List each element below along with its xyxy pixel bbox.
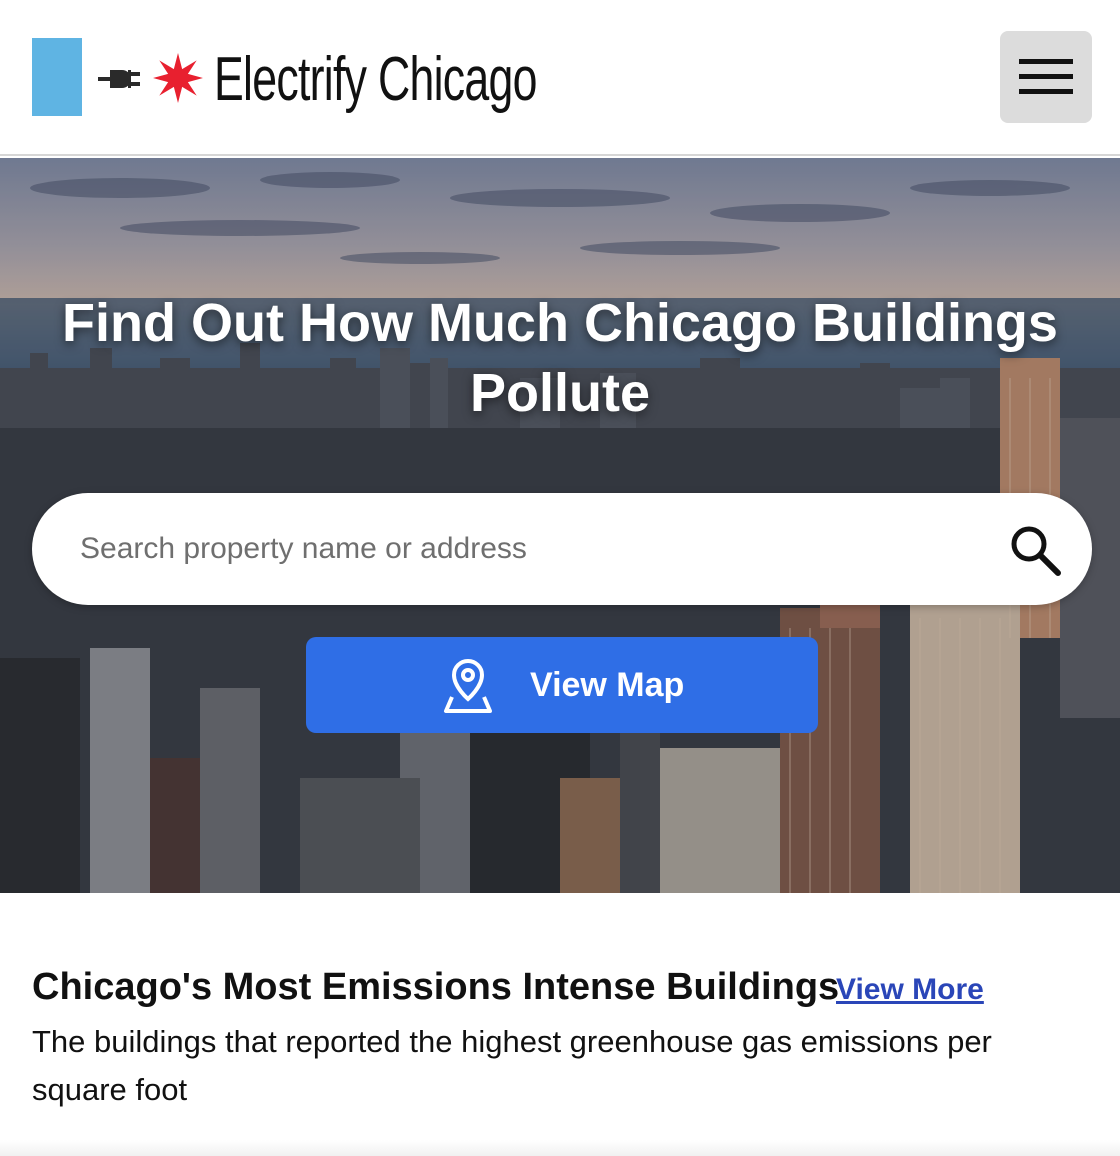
hero-title: Find Out How Much Chicago Buildings Poll…	[62, 293, 1058, 423]
site-header: Electrify Chicago	[0, 0, 1120, 156]
search-input[interactable]	[80, 517, 980, 581]
section-title: Chicago's Most Emissions Intense Buildin…	[32, 966, 840, 1008]
hero-banner: Find Out How Much Chicago Buildings Poll…	[0, 158, 1120, 893]
section-description: The buildings that reported the highest …	[32, 1024, 992, 1107]
content-card-edge	[0, 1140, 1120, 1156]
hamburger-menu-button[interactable]	[1000, 31, 1092, 123]
hamburger-menu-icon	[1019, 59, 1073, 94]
view-more-link[interactable]: View More	[836, 968, 984, 1012]
map-pin-icon	[444, 658, 492, 713]
site-brand-title[interactable]: Electrify Chicago	[214, 40, 537, 120]
plug-icon	[98, 70, 140, 88]
search-icon[interactable]	[1008, 523, 1062, 577]
star-icon	[153, 53, 203, 103]
view-map-label: View Map	[530, 666, 685, 704]
view-map-button[interactable]: View Map	[306, 637, 818, 733]
search-bar[interactable]	[32, 493, 1092, 605]
chicago-flag-blue-bar	[32, 38, 82, 116]
